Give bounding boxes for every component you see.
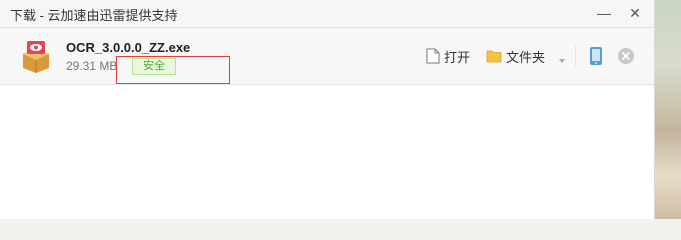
open-label: 打开 xyxy=(444,49,471,65)
close-circle-icon[interactable] xyxy=(616,46,636,66)
download-list-empty-area xyxy=(0,85,654,219)
desktop-background xyxy=(653,0,681,219)
file-size: 29.31 MB xyxy=(66,59,118,73)
folder-icon xyxy=(486,50,502,63)
phone-icon[interactable] xyxy=(586,45,606,67)
divider xyxy=(575,46,576,66)
file-name: OCR_3.0.0.0_ZZ.exe xyxy=(66,40,191,55)
minimize-icon[interactable]: — xyxy=(595,4,613,22)
highlight-box xyxy=(116,56,230,84)
close-icon[interactable]: ✕ xyxy=(626,4,644,22)
download-item[interactable]: OCR_3.0.0.0_ZZ.exe 29.31 MB 安全 打开 文件夹 xyxy=(0,28,654,85)
download-window: 下载 - 云加速由迅雷提供支持 — ✕ OCR_3.0.0.0_ZZ.exe 2… xyxy=(0,0,655,219)
title-bar: 下载 - 云加速由迅雷提供支持 — ✕ xyxy=(0,0,654,28)
window-title: 下载 - 云加速由迅雷提供支持 xyxy=(10,8,178,23)
chevron-down-icon[interactable] xyxy=(557,52,567,63)
document-icon xyxy=(426,48,440,64)
open-folder-button[interactable]: 文件夹 xyxy=(486,46,545,66)
open-button[interactable]: 打开 xyxy=(426,46,470,66)
file-package-icon xyxy=(19,40,53,74)
folder-label: 文件夹 xyxy=(506,49,546,65)
